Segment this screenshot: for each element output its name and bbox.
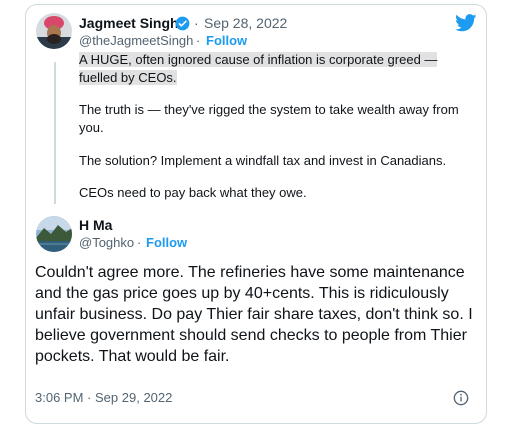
author-name[interactable]: H Ma <box>79 217 112 233</box>
author-name[interactable]: Jagmeet Singh <box>79 15 179 31</box>
separator: · <box>87 390 92 405</box>
separator: · <box>194 15 199 31</box>
separator: · <box>137 235 142 250</box>
thread-line <box>54 62 56 204</box>
tweet-paragraph: The truth is — they've rigged the system… <box>79 102 459 135</box>
author-handle[interactable]: @Toghko <box>79 235 134 250</box>
follow-button[interactable]: Follow <box>206 33 247 48</box>
tweet-date[interactable]: Sep 28, 2022 <box>204 15 287 31</box>
tweet-date[interactable]: Sep 29, 2022 <box>95 390 172 405</box>
tweet-paragraph: A HUGE, often ignored cause of inflation… <box>79 51 459 87</box>
tweet-paragraph: CEOs need to pay back what they owe. <box>79 185 307 200</box>
separator: · <box>196 33 201 48</box>
highlighted-text: fuelled by CEOs. <box>79 70 177 85</box>
avatar[interactable] <box>36 216 72 252</box>
follow-button[interactable]: Follow <box>146 235 187 250</box>
info-icon[interactable] <box>453 390 469 406</box>
tweet-timestamp[interactable]: 3:06 PM · Sep 29, 2022 <box>35 390 172 405</box>
twitter-bird-icon[interactable] <box>455 14 477 32</box>
author-handle[interactable]: @theJagmeetSingh <box>79 33 193 48</box>
tweet-paragraph: The solution? Implement a windfall tax a… <box>79 153 447 168</box>
tweet-time[interactable]: 3:06 PM <box>35 390 83 405</box>
highlighted-text: A HUGE, often ignored cause of inflation… <box>79 52 438 67</box>
verified-badge-icon <box>175 16 190 31</box>
avatar[interactable] <box>36 13 72 49</box>
reply-text: Couldn't agree more. The refineries have… <box>35 264 473 365</box>
